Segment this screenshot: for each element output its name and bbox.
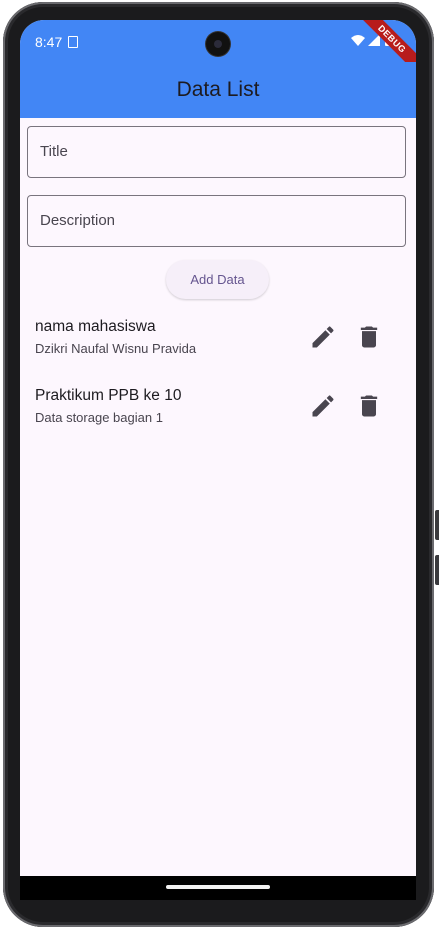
title-field-label: Title (40, 143, 68, 160)
page-title: Data List (176, 78, 260, 101)
item-subtitle: Dzikri Naufal Wisnu Pravida (35, 341, 197, 356)
add-data-button[interactable]: Add Data (166, 260, 269, 299)
power-button (435, 555, 439, 585)
trash-icon[interactable] (355, 323, 383, 351)
pencil-icon[interactable] (309, 323, 337, 351)
item-subtitle: Data storage bagian 1 (35, 410, 163, 425)
wifi-icon (351, 35, 365, 46)
item-title: Praktikum PPB ke 10 (35, 387, 182, 404)
status-time: 8:47 (35, 34, 63, 50)
pencil-icon[interactable] (309, 392, 337, 420)
description-field[interactable]: Description (27, 195, 406, 247)
gesture-nav-bar (20, 876, 416, 900)
description-field-label: Description (40, 212, 116, 229)
app-bar: Data List (20, 62, 416, 118)
list-item[interactable]: Praktikum PPB ke 10 Data storage bagian … (20, 387, 416, 447)
item-title: nama mahasiswa (35, 318, 156, 335)
sim-icon (68, 36, 78, 48)
home-indicator[interactable] (166, 885, 270, 889)
status-bar: 8:47 DEBUG (20, 20, 416, 80)
volume-button (435, 510, 439, 540)
list-item[interactable]: nama mahasiswa Dzikri Naufal Wisnu Pravi… (20, 318, 416, 378)
title-field[interactable]: Title (27, 126, 406, 178)
front-camera (206, 32, 230, 56)
trash-icon[interactable] (355, 392, 383, 420)
app-screen: 8:47 DEBUG Data List Title Description A… (20, 20, 416, 876)
